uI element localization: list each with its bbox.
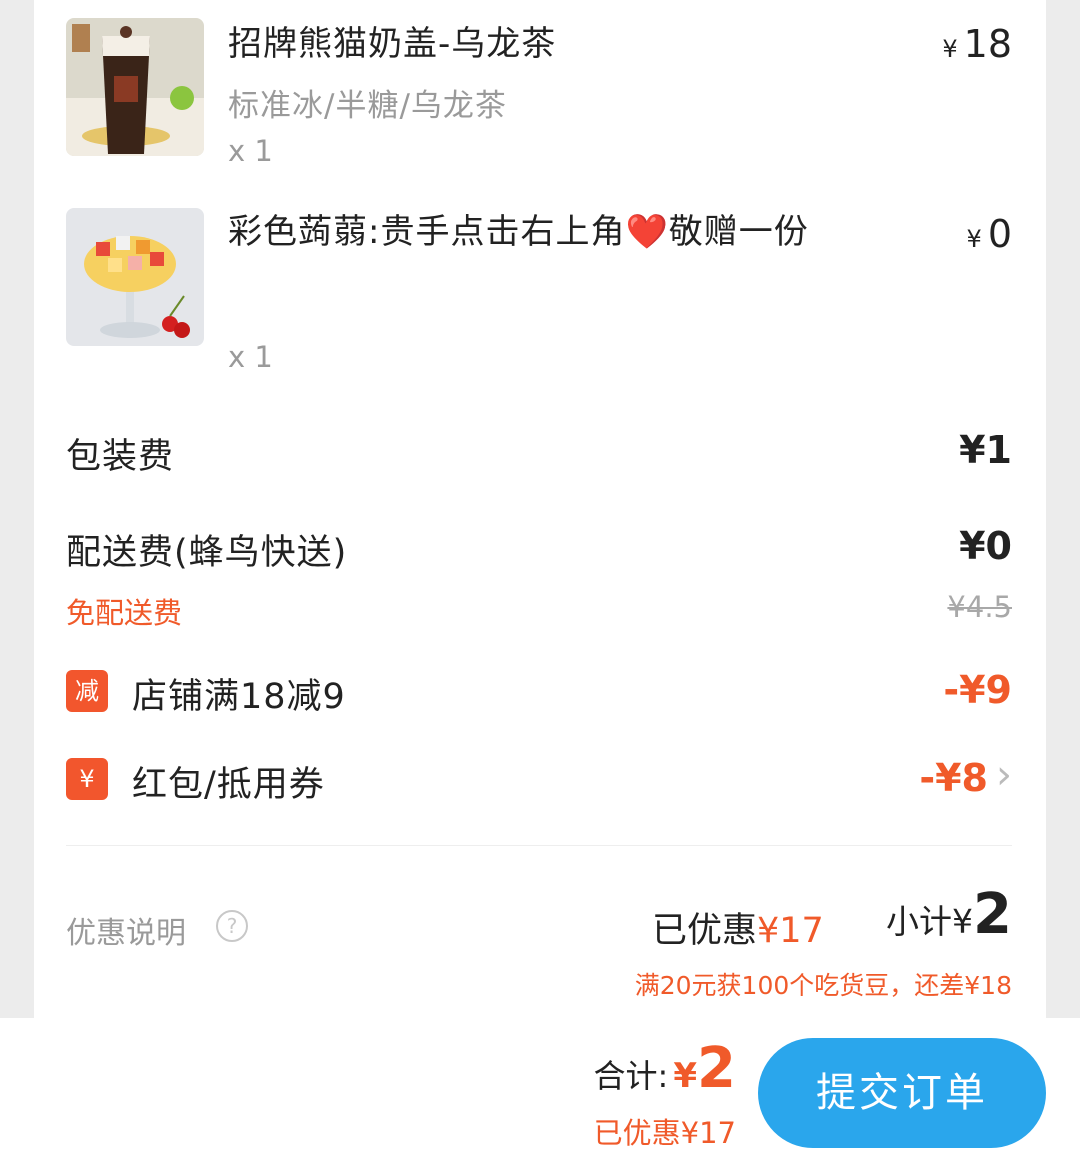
currency-symbol: ¥ (942, 35, 958, 63)
discount-explanation-link[interactable]: 优惠说明 (66, 908, 186, 952)
coupon-label: 红包/抵用券 (132, 765, 325, 805)
help-icon[interactable]: ? (216, 910, 248, 942)
milk-tea-thumbnail (66, 18, 204, 156)
subtotal-label: 小计¥ (886, 902, 974, 941)
saved-prefix: 已优惠 (652, 911, 758, 951)
order-total: 合计: ¥2 (593, 1036, 736, 1101)
price-value: 0 (987, 212, 1012, 256)
store-discount-value: -¥9 (943, 668, 1012, 712)
total-label: 合计: (593, 1057, 669, 1095)
currency-symbol: ¥ (966, 225, 982, 253)
subtotal: 小计¥2 (886, 882, 1012, 947)
coupon-value: -¥8 (919, 756, 988, 800)
bonus-hint: 满20元获100个吃货豆，还差¥18 (634, 971, 1012, 1000)
item-name: 彩色蒟蒻:贵手点击右上角❤️敬赠一份 (228, 212, 809, 252)
order-card: 招牌熊猫奶盖-乌龙茶 标准冰/半糖/乌龙茶 x 1 ¥18 彩色蒟蒻:贵手点击右… (34, 0, 1046, 1020)
discount-badge-icon: 减 (66, 670, 108, 712)
jelly-dessert-thumbnail (66, 208, 204, 346)
subtotal-value: 2 (973, 882, 1012, 947)
packaging-fee-label: 包装费 (66, 437, 175, 477)
item-price: ¥0 (967, 212, 1012, 256)
packaging-fee-value: ¥1 (959, 428, 1012, 472)
saved-value: ¥17 (757, 911, 824, 951)
item-price: ¥18 (942, 22, 1012, 66)
submit-order-button[interactable]: 提交订单 (758, 1038, 1046, 1148)
chevron-right-icon[interactable]: › (996, 752, 1012, 798)
item-name: 招牌熊猫奶盖-乌龙茶 (228, 24, 557, 64)
item-spec: 标准冰/半糖/乌龙茶 (228, 88, 507, 124)
store-discount-label: 店铺满18减9 (132, 677, 346, 717)
store-discount-row: 减 店铺满18减9 -¥9 (66, 668, 1012, 718)
price-value: 18 (963, 22, 1012, 66)
item-quantity: x 1 (228, 340, 273, 374)
original-delivery-fee: ¥4.5 (947, 590, 1012, 624)
delivery-fee-value: ¥0 (959, 524, 1012, 568)
total-value: 2 (697, 1036, 736, 1101)
total-saved: 已优惠¥17 (593, 1116, 736, 1150)
coupon-badge-icon: ¥ (66, 758, 108, 800)
delivery-fee-label: 配送费(蜂鸟快送) (66, 533, 348, 573)
saved-amount: 已优惠¥17 (652, 902, 824, 953)
item-quantity: x 1 (228, 134, 273, 168)
divider (66, 845, 1012, 846)
checkout-bar: 合计: ¥2 已优惠¥17 提交订单 (0, 1018, 1080, 1153)
total-currency: ¥ (673, 1056, 698, 1096)
coupon-row[interactable]: ¥ 红包/抵用券 -¥8 › (66, 752, 1012, 806)
free-delivery-label: 免配送费 (66, 596, 183, 630)
